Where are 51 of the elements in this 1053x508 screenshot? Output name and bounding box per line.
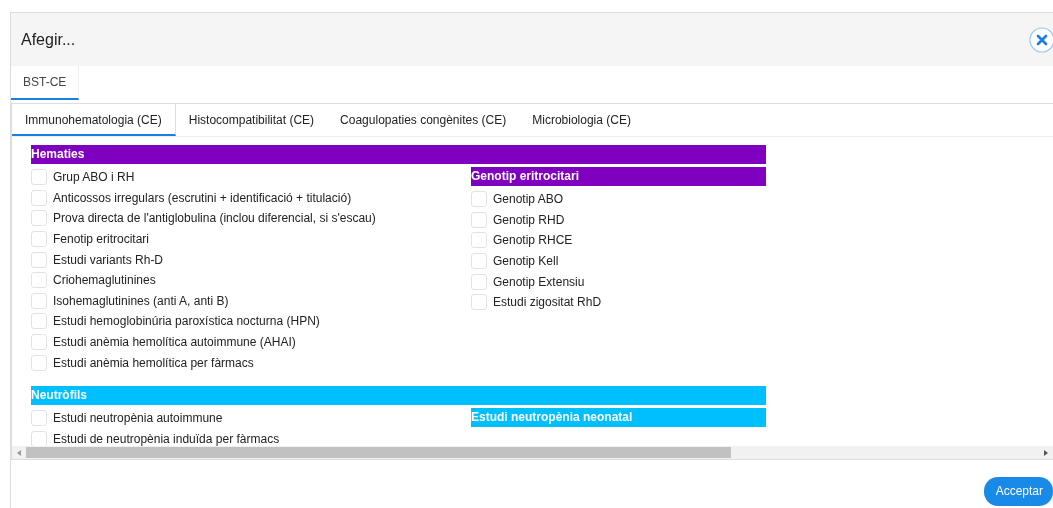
checkbox-label[interactable]: Prova directa de l'antiglobulina (inclou diferencial, si s'escau) bbox=[53, 211, 376, 226]
accept-button[interactable]: Acceptar bbox=[983, 477, 1053, 506]
checkbox-label[interactable]: Estudi variants Rh-D bbox=[53, 252, 164, 267]
checkbox-label[interactable]: Grup ABO i RH bbox=[53, 170, 135, 185]
checkbox-label[interactable]: Criohemaglutinines bbox=[53, 273, 156, 288]
checkbox[interactable] bbox=[31, 410, 47, 427]
section-header: Neutròfils bbox=[31, 385, 766, 405]
checkbox[interactable] bbox=[31, 430, 47, 446]
checkbox-label[interactable]: Estudi hemoglobinúria paroxística nocturna (HPN) bbox=[53, 314, 320, 329]
checkbox[interactable] bbox=[31, 231, 47, 248]
tab[interactable]: Coagulopaties congènites (CE) bbox=[327, 104, 520, 136]
checkbox-label[interactable]: Genotip Kell bbox=[493, 254, 559, 269]
checkbox[interactable] bbox=[31, 354, 47, 371]
checkbox[interactable] bbox=[471, 273, 487, 290]
checkbox-label[interactable]: Estudi anèmia hemolítica autoimmune (AHAI) bbox=[53, 335, 296, 350]
tab[interactable]: Histocompatibilitat (CE) bbox=[175, 104, 328, 136]
scroll-right-icon[interactable] bbox=[1044, 449, 1048, 456]
subsection-header: Genotip eritrocitari bbox=[471, 167, 766, 186]
checkbox[interactable] bbox=[471, 191, 487, 208]
checkbox-label[interactable]: Estudi anèmia hemolítica per fàrmacs bbox=[53, 355, 254, 370]
scroll-left-icon[interactable] bbox=[17, 449, 21, 456]
close-icon[interactable] bbox=[1029, 26, 1053, 53]
tab[interactable]: Microbiologia (CE) bbox=[519, 104, 644, 136]
tab[interactable]: Immunohematologia (CE) bbox=[12, 104, 176, 136]
checkbox[interactable] bbox=[31, 189, 47, 206]
checkbox-label[interactable]: Anticossos irregulars (escrutini + identificació + titulació) bbox=[53, 190, 352, 205]
checkbox-label[interactable]: Estudi neutropènia autoimmune bbox=[53, 411, 223, 426]
horizontal-scrollbar[interactable] bbox=[12, 446, 1053, 459]
checkbox[interactable] bbox=[31, 313, 47, 330]
checkbox[interactable] bbox=[471, 294, 487, 311]
checkbox-label[interactable]: Genotip Extensiu bbox=[493, 274, 585, 289]
checkbox[interactable] bbox=[31, 169, 47, 186]
subsection-header: Estudi neutropènia neonatal bbox=[471, 407, 766, 427]
checkbox[interactable] bbox=[31, 210, 47, 227]
checkbox[interactable] bbox=[471, 253, 487, 270]
checkbox[interactable] bbox=[31, 251, 47, 268]
tab[interactable]: BST-CE bbox=[11, 66, 80, 100]
section-header: Hematies bbox=[31, 145, 766, 164]
checkbox-label[interactable]: Genotip RHD bbox=[493, 212, 565, 227]
checkbox-label[interactable]: Estudi zigositat RhD bbox=[493, 295, 602, 310]
checkbox-label[interactable]: Genotip ABO bbox=[493, 192, 564, 207]
checkbox[interactable] bbox=[31, 272, 47, 289]
checkbox-label[interactable]: Genotip RHCE bbox=[493, 233, 573, 248]
checkbox[interactable] bbox=[471, 211, 487, 228]
checkbox[interactable] bbox=[31, 334, 47, 351]
checkbox-label[interactable]: Isohemaglutinines (anti A, anti B) bbox=[53, 293, 229, 308]
checkbox-label[interactable]: Estudi de neutropènia induïda per fàrmacs bbox=[53, 431, 280, 446]
checkbox[interactable] bbox=[31, 292, 47, 309]
dialog-title: Afegir... bbox=[21, 30, 76, 49]
checkbox[interactable] bbox=[471, 232, 487, 249]
checkbox-label[interactable]: Fenotip eritrocitari bbox=[53, 232, 150, 247]
